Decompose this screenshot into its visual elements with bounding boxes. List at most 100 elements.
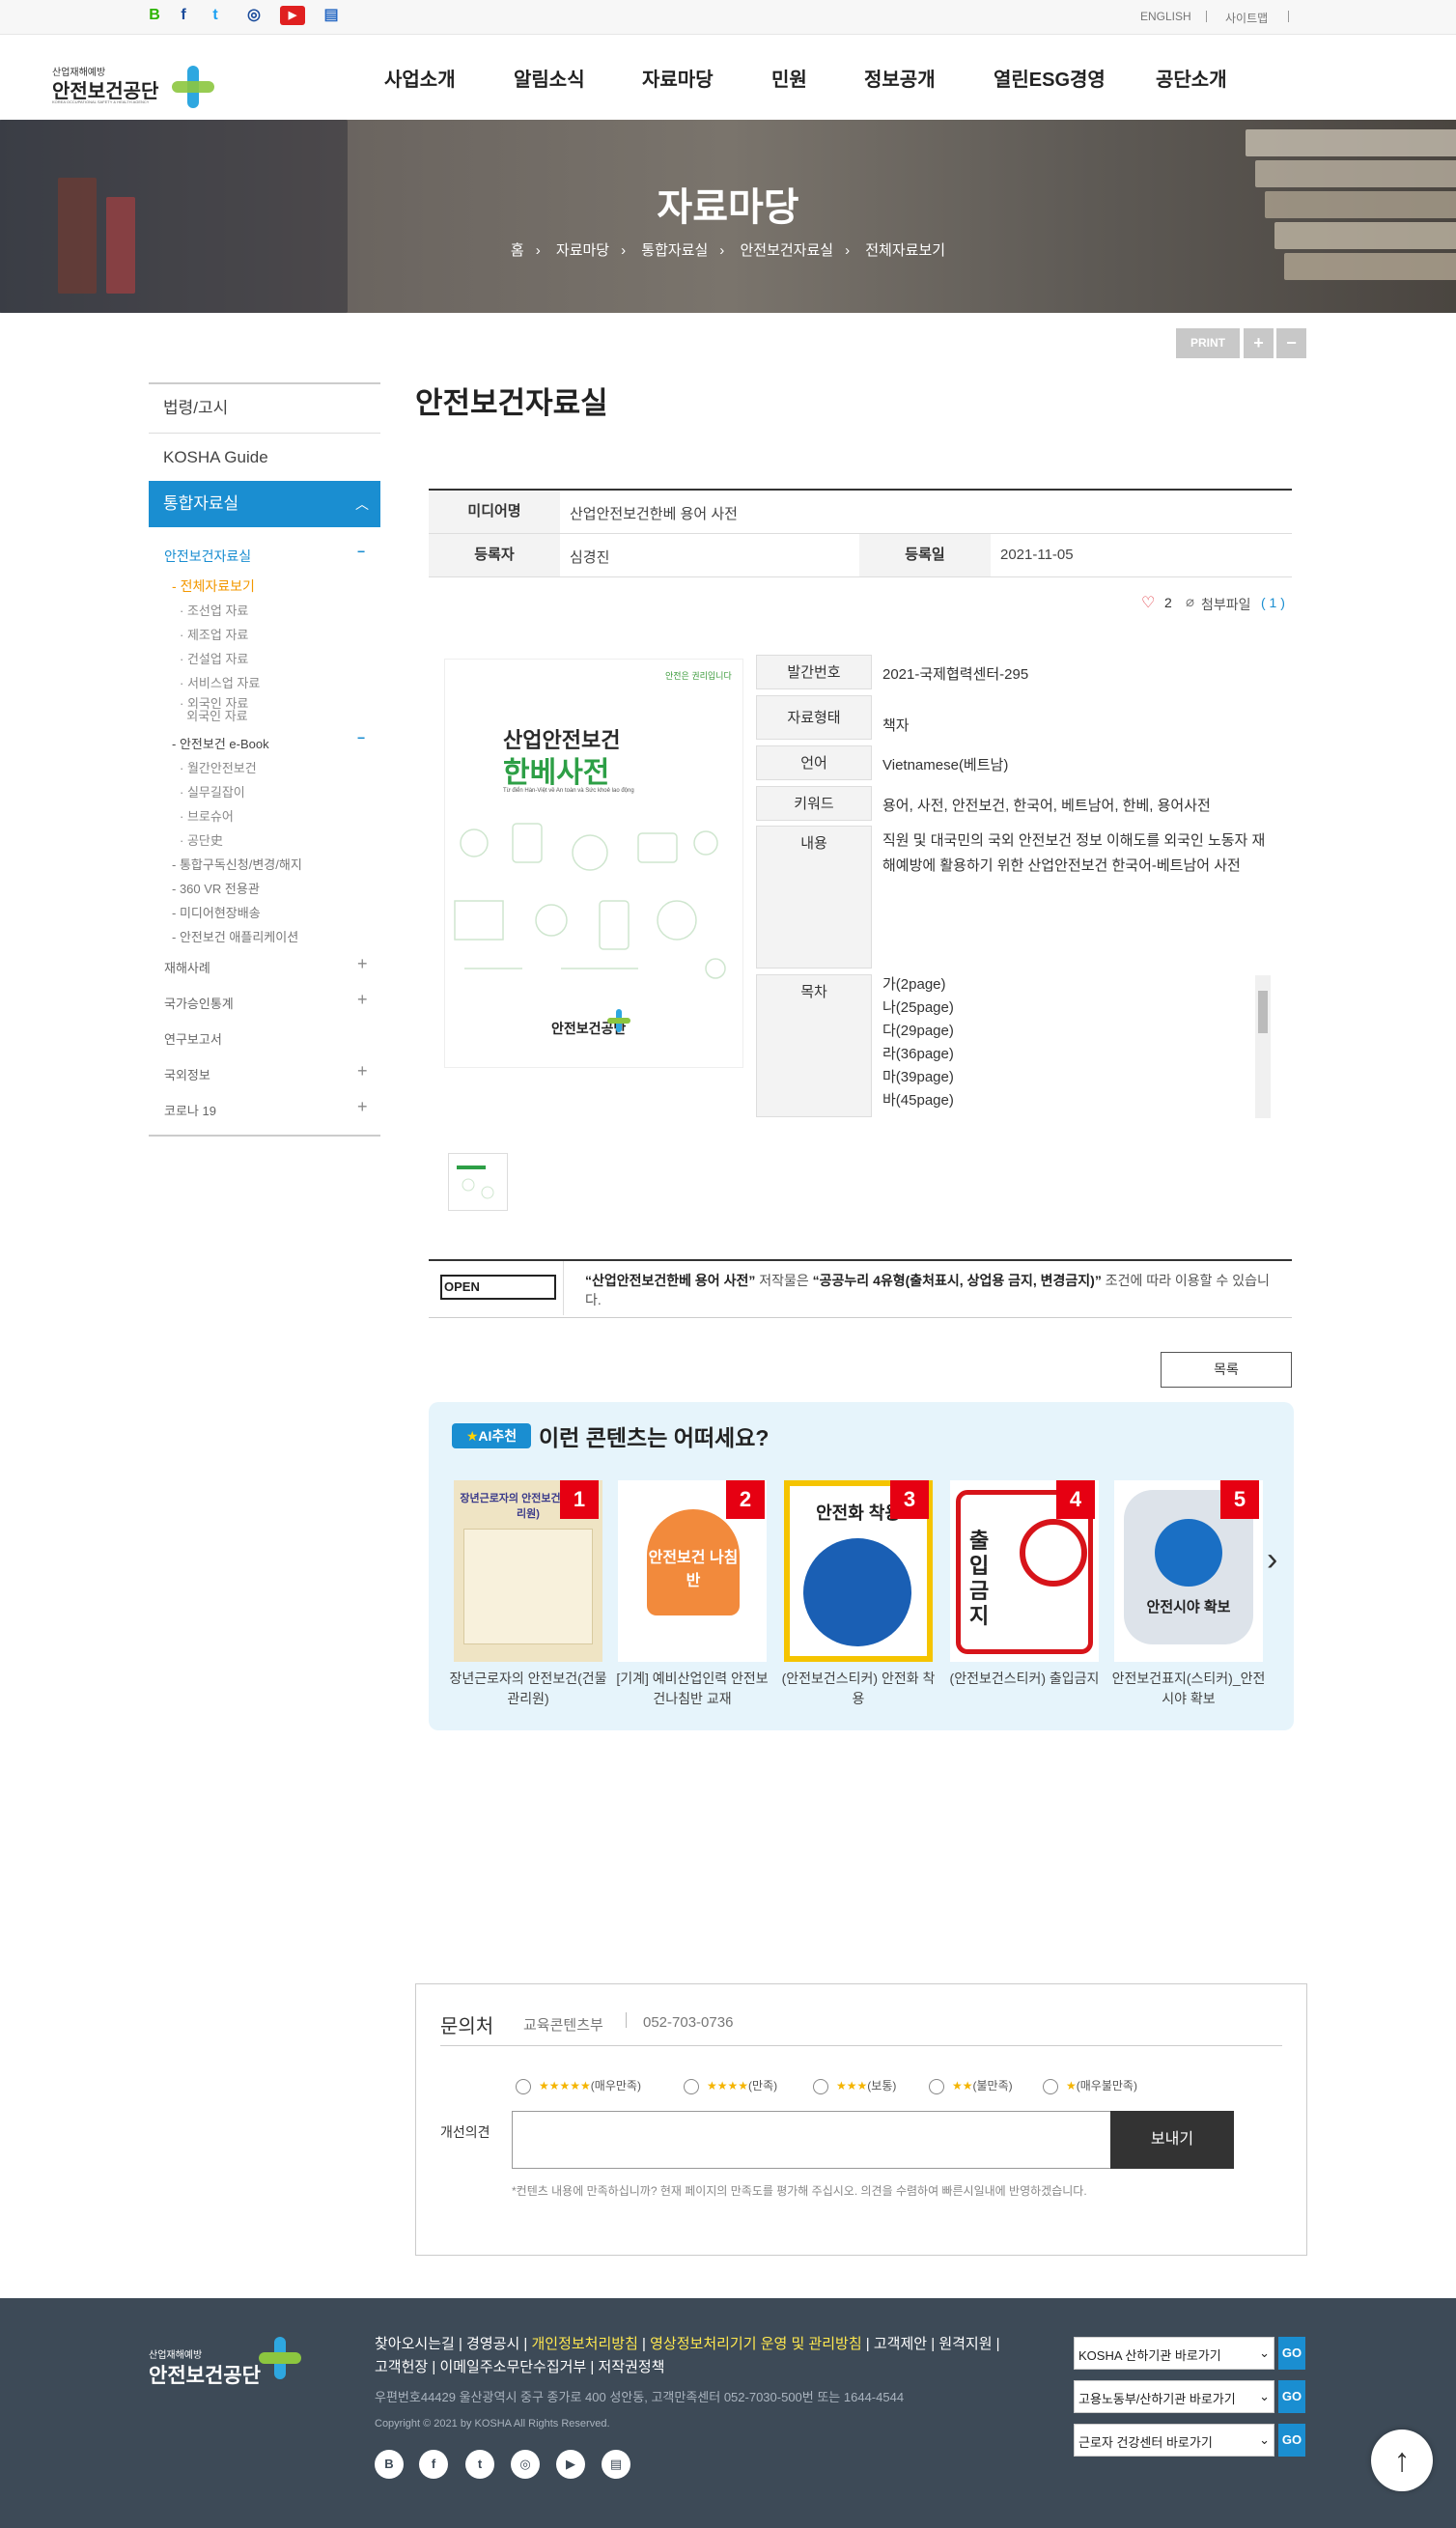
scroll-top-button[interactable]: ↑	[1371, 2430, 1433, 2491]
breadcrumb-item[interactable]: 통합자료실	[641, 242, 708, 259]
sidebar-category[interactable]: · 제조업 자료	[180, 625, 248, 643]
breadcrumb-current[interactable]: 전체자료보기	[865, 242, 945, 259]
sidebar-item-kosha-guide[interactable]: KOSHA Guide	[149, 433, 380, 479]
sidebar-category[interactable]: · 외국인 자료 외국인 자료	[180, 697, 248, 722]
print-button[interactable]: PRINT	[1176, 328, 1240, 358]
blog-icon[interactable]: B	[145, 6, 164, 25]
breadcrumb-item[interactable]: 자료마당	[556, 242, 609, 259]
sidebar-ebook-item[interactable]: · 브로슈어	[180, 806, 234, 825]
footer-link-privacy[interactable]: 개인정보처리방침	[531, 2336, 637, 2352]
attach-count[interactable]: ( 1 )	[1261, 595, 1285, 610]
rating-radio-5[interactable]	[516, 2079, 531, 2094]
footer-blog-icon[interactable]: B	[375, 2450, 404, 2479]
collapse-icon[interactable]: −	[357, 544, 365, 559]
footer-link-cctv[interactable]: 영상정보처리기기 운영 및 관리방침	[650, 2336, 862, 2352]
footer-link[interactable]: 원격지원	[938, 2336, 992, 2352]
logo[interactable]: 산업재해예방 안전보건공단 KOREA OCCUPATIONAL SAFETY …	[52, 64, 216, 108]
opinion-input[interactable]	[512, 2111, 1112, 2169]
rating-radio-4[interactable]	[684, 2079, 699, 2094]
rating-radio-2[interactable]	[929, 2079, 944, 2094]
sidebar-item-ebook[interactable]: - 안전보건 e-Book	[172, 734, 269, 752]
sitemap-link[interactable]: 사이트맵	[1225, 10, 1268, 26]
footer-instagram-icon[interactable]: ◎	[511, 2450, 540, 2479]
footer-facebook-icon[interactable]: f	[419, 2450, 448, 2479]
select-kosha-affiliates[interactable]: KOSHA 산하기관 바로가기 ⌄	[1074, 2337, 1274, 2370]
thumbnail-image[interactable]	[448, 1153, 508, 1211]
english-link[interactable]: ENGLISH	[1140, 10, 1191, 23]
rating-radio-1[interactable]	[1043, 2079, 1058, 2094]
footer-book-icon[interactable]: ▤	[602, 2450, 630, 2479]
nav-esg[interactable]: 열린ESG경영	[994, 64, 1106, 92]
sidebar-item-reports[interactable]: 연구보고서	[164, 1029, 222, 1048]
twitter-icon[interactable]: t	[206, 6, 225, 25]
zoom-out-button[interactable]: −	[1276, 328, 1306, 358]
card-caption[interactable]: 안전보건표지(스티커)_안전시야 확보	[1106, 1669, 1271, 1709]
select-health-center[interactable]: 근로자 건강센터 바로가기 ⌄	[1074, 2424, 1274, 2457]
zoom-in-button[interactable]: +	[1244, 328, 1274, 358]
expand-icon[interactable]: +	[357, 1061, 368, 1081]
expand-icon[interactable]: +	[357, 1097, 368, 1117]
expand-icon[interactable]: +	[357, 954, 368, 974]
attach-label[interactable]: 첨부파일	[1201, 595, 1251, 614]
go-button[interactable]: GO	[1278, 2337, 1305, 2370]
footer-link[interactable]: 경영공시	[466, 2336, 519, 2352]
expand-icon[interactable]: +	[357, 990, 368, 1010]
footer-link[interactable]: 저작권정책	[598, 2359, 664, 2375]
toc-list[interactable]: 가(2page) 나(25page) 다(29page) 라(36page) 마…	[882, 971, 1273, 1116]
card-caption[interactable]: (안전보건스티커) 안전화 착용	[776, 1669, 940, 1709]
book-cover-image[interactable]: 안전은 권리입니다 산업안전보건 한베사전 Từ điển Hàn-Việt v…	[444, 659, 743, 1068]
scrollbar-thumb[interactable]	[1258, 991, 1268, 1033]
footer-logo[interactable]: 산업재해예방 안전보건공단	[149, 2337, 313, 2395]
toc-item: 마(39page)	[882, 1069, 954, 1085]
sidebar-item-covid[interactable]: 코로나 19	[164, 1101, 216, 1119]
youtube-icon[interactable]: ▶	[280, 6, 305, 25]
sidebar-ebook-item[interactable]: · 실무길잡이	[180, 782, 245, 801]
sidebar-item-subscribe[interactable]: - 통합구독신청/변경/해지	[172, 855, 302, 873]
sidebar-item-stats[interactable]: 국가승인통계	[164, 994, 234, 1012]
sidebar-ebook-item[interactable]: · 월간안전보건	[180, 758, 257, 776]
nav-civil[interactable]: 민원	[771, 64, 807, 92]
instagram-icon[interactable]: ◎	[244, 6, 264, 25]
sidebar-item-overseas[interactable]: 국외정보	[164, 1065, 210, 1083]
nav-business[interactable]: 사업소개	[384, 64, 456, 92]
nav-disclosure[interactable]: 정보공개	[864, 64, 936, 92]
sidebar-item-safety-room[interactable]: 안전보건자료실	[164, 547, 251, 566]
sidebar-item-vr[interactable]: - 360 VR 전용관	[172, 879, 260, 897]
footer-link[interactable]: 고객제안	[874, 2336, 927, 2352]
footer-link[interactable]: 찾아오시는길	[375, 2336, 455, 2352]
sidebar-category[interactable]: · 서비스업 자료	[180, 673, 260, 691]
go-button[interactable]: GO	[1278, 2380, 1305, 2413]
book-icon[interactable]: ▤	[322, 6, 341, 25]
nav-resources[interactable]: 자료마당	[642, 64, 714, 92]
heart-icon[interactable]: ♡	[1141, 593, 1155, 612]
footer-link[interactable]: 이메일주소무단수집거부	[439, 2359, 586, 2375]
sidebar-item-media-delivery[interactable]: - 미디어현장배송	[172, 903, 261, 921]
sidebar-item-cases[interactable]: 재해사례	[164, 958, 210, 976]
sidebar-item-integrated[interactable]: 통합자료실 ︿	[149, 481, 380, 527]
sidebar-ebook-item[interactable]: · 공단史	[180, 830, 223, 849]
breadcrumb-item[interactable]: 안전보건자료실	[740, 242, 833, 259]
next-arrow-icon[interactable]: ›	[1267, 1541, 1277, 1579]
footer-link[interactable]: 고객헌장	[375, 2359, 428, 2375]
card-caption[interactable]: (안전보건스티커) 출입금지	[942, 1669, 1106, 1689]
submit-button[interactable]: 보내기	[1110, 2111, 1234, 2169]
collapse-icon[interactable]: −	[357, 730, 365, 745]
nav-news[interactable]: 알림소식	[514, 64, 585, 92]
footer-twitter-icon[interactable]: t	[465, 2450, 494, 2479]
sidebar-item-laws[interactable]: 법령/고시	[149, 382, 380, 431]
card-caption[interactable]: [기계] 예비산업인력 안전보건나침반 교재	[610, 1669, 774, 1709]
list-button[interactable]: 목록	[1161, 1352, 1292, 1388]
rating-radio-3[interactable]	[813, 2079, 828, 2094]
toc-scrollbar[interactable]	[1255, 975, 1271, 1118]
sidebar-category[interactable]: · 건설업 자료	[180, 649, 248, 667]
nav-about[interactable]: 공단소개	[1156, 64, 1227, 92]
sidebar-item-all[interactable]: - 전체자료보기	[172, 576, 255, 596]
sidebar-item-app[interactable]: - 안전보건 애플리케이션	[172, 927, 298, 945]
select-ministry[interactable]: 고용노동부/산하기관 바로가기 ⌄	[1074, 2380, 1274, 2413]
go-button[interactable]: GO	[1278, 2424, 1305, 2457]
sidebar-category[interactable]: · 조선업 자료	[180, 601, 248, 619]
footer-youtube-icon[interactable]: ▶	[556, 2450, 585, 2479]
facebook-icon[interactable]: f	[174, 6, 193, 25]
breadcrumb-home[interactable]: 홈	[511, 242, 524, 259]
card-caption[interactable]: 장년근로자의 안전보건(건물관리원)	[446, 1669, 610, 1709]
